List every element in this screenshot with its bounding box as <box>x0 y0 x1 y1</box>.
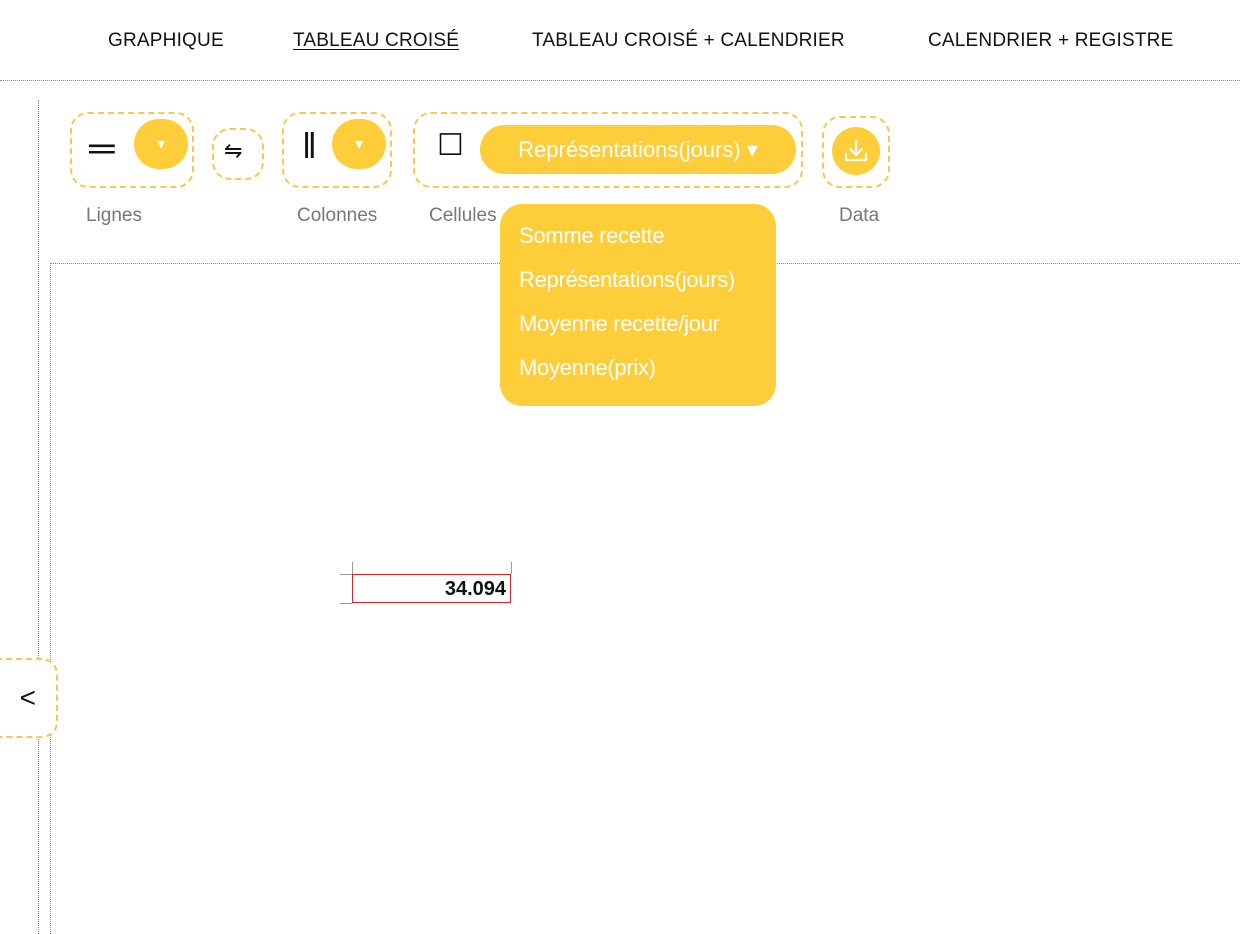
table-gridline <box>352 562 353 574</box>
aggregator-select[interactable]: Représentations(jours) ▾ <box>480 125 796 174</box>
aggregator-dropdown-menu: Somme recette Représentations(jours) Moy… <box>500 204 776 406</box>
table-gridline <box>340 574 352 575</box>
top-nav: GRAPHIQUE TABLEAU CROISÉ TABLEAU CROISÉ … <box>0 0 1240 81</box>
sidebar-toggle-button[interactable]: < <box>0 658 58 738</box>
cells-label: Cellules <box>429 205 497 226</box>
pivot-total-cell[interactable]: 34.094 <box>352 574 511 603</box>
chevron-down-icon: ▾ <box>156 136 166 153</box>
table-gridline <box>340 603 352 604</box>
menu-item-somme-recette[interactable]: Somme recette <box>500 220 776 264</box>
download-button[interactable] <box>832 127 880 175</box>
data-label: Data <box>839 205 880 226</box>
columns-label: Colonnes <box>297 205 378 226</box>
menu-item-representations-jours[interactable]: Représentations(jours) <box>500 264 776 308</box>
tab-tableau-croise-calendrier[interactable]: TABLEAU CROISÉ + CALENDRIER <box>532 30 845 52</box>
swap-icon: ⇋ <box>224 138 243 163</box>
tab-tableau-croise[interactable]: TABLEAU CROISÉ <box>293 30 459 52</box>
menu-item-moyenne-recette-jour[interactable]: Moyenne recette/jour <box>500 308 776 352</box>
swap-button[interactable]: ⇋ <box>212 128 264 180</box>
rows-label: Lignes <box>86 205 142 226</box>
chevron-down-icon: ▾ <box>354 136 364 153</box>
download-icon <box>844 139 868 162</box>
rows-icon: ═ <box>89 127 115 168</box>
table-gridline <box>511 562 512 574</box>
columns-icon: ‖ <box>302 125 317 166</box>
cells-icon: ☐ <box>437 129 464 162</box>
menu-item-moyenne-prix[interactable]: Moyenne(prix) <box>500 352 776 396</box>
left-divider-inner <box>50 263 51 934</box>
left-divider-outer <box>38 100 39 934</box>
tab-calendrier-registre[interactable]: CALENDRIER + REGISTRE <box>928 30 1173 52</box>
tab-graphique[interactable]: GRAPHIQUE <box>108 30 224 52</box>
rows-dropdown-button[interactable]: ▾ <box>134 119 188 169</box>
columns-dropdown-button[interactable]: ▾ <box>332 119 386 169</box>
